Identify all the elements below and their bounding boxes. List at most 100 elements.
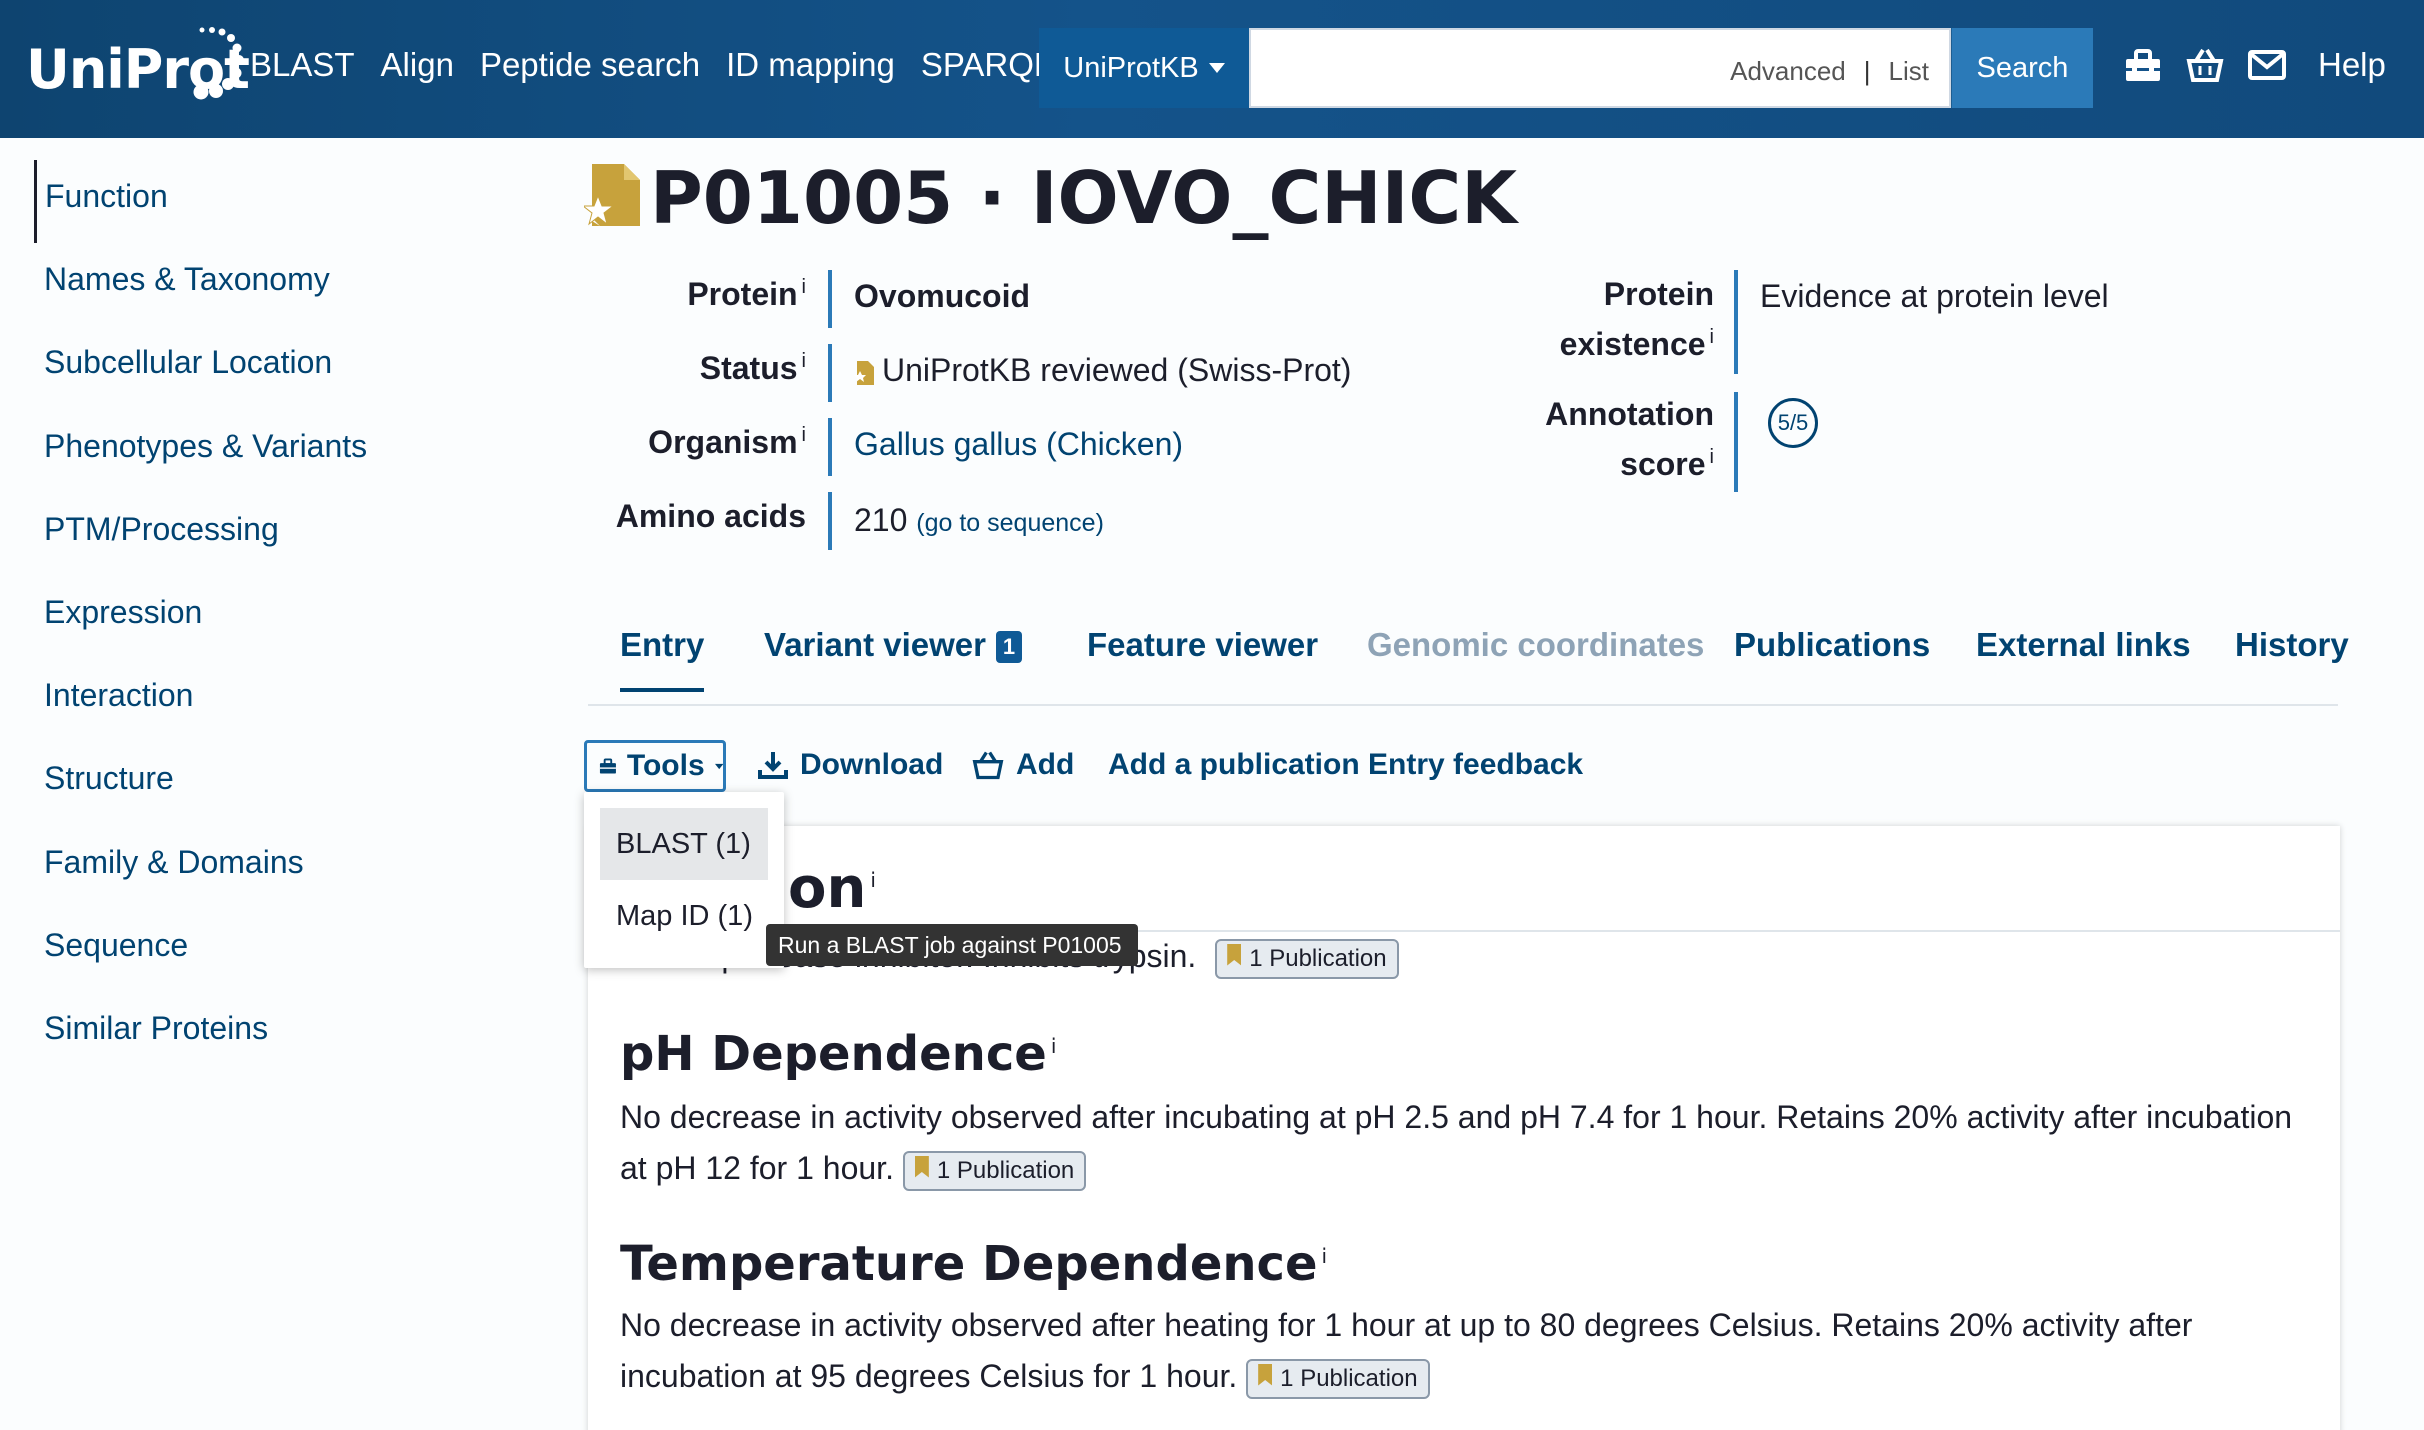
- tab-publications[interactable]: Publications: [1734, 626, 1930, 664]
- dropdown-item-blast[interactable]: BLAST (1): [600, 808, 768, 880]
- publication-badge[interactable]: 1 Publication: [1215, 938, 1399, 979]
- divider: [828, 344, 832, 402]
- info-icon[interactable]: i: [1051, 1034, 1057, 1058]
- search-button[interactable]: Search: [1951, 28, 2093, 108]
- sidebar-item-similar-proteins[interactable]: Similar Proteins: [34, 992, 367, 1075]
- publication-label: 1 Publication: [1249, 944, 1387, 972]
- annotation-score-badge[interactable]: 5/5: [1768, 398, 1818, 448]
- database-select[interactable]: UniProtKB: [1039, 28, 1249, 108]
- amino-acids-label: Amino acids: [615, 498, 806, 534]
- download-icon: [758, 752, 788, 779]
- status-text: UniProtKB reviewed (Swiss-Prot): [882, 352, 1352, 388]
- divider: [828, 418, 832, 476]
- blast-tooltip: Run a BLAST job against P01005: [766, 924, 1138, 966]
- tab-genomic-coordinates: Genomic coordinates: [1367, 626, 1705, 663]
- sidebar-item-phenotypes-variants[interactable]: Phenotypes & Variants: [34, 410, 367, 493]
- logo-dots-icon: [193, 27, 244, 100]
- organism-link[interactable]: Gallus gallus (Chicken): [854, 426, 1183, 463]
- annotation-score-label-2: score i: [1620, 446, 1714, 482]
- function-card: oni Serine protease inhibitor. Inhibits …: [588, 826, 2340, 1430]
- add-to-basket-button[interactable]: Add: [972, 748, 1074, 782]
- header-icons: Help: [2124, 46, 2386, 84]
- entry-feedback-button[interactable]: Entry feedback: [1368, 748, 1583, 782]
- nav-id-mapping[interactable]: ID mapping: [726, 46, 895, 84]
- help-link[interactable]: Help: [2318, 46, 2386, 84]
- basket-icon: [972, 751, 1004, 780]
- publication-badge[interactable]: 1 Publication: [902, 1150, 1087, 1191]
- sidebar-item-sequence[interactable]: Sequence: [34, 909, 367, 992]
- sidebar-item-names-taxonomy[interactable]: Names & Taxonomy: [34, 243, 367, 326]
- tools-label: Tools: [626, 749, 705, 782]
- section-sidebar: Function Names & Taxonomy Subcellular Lo…: [34, 160, 367, 1075]
- info-icon[interactable]: i: [1710, 446, 1714, 468]
- publication-label: 1 Publication: [1280, 1365, 1418, 1393]
- info-icon[interactable]: i: [802, 424, 806, 446]
- entry-title: P01005 · IOVO_CHICK: [650, 156, 1517, 240]
- tools-dropdown: BLAST (1) Map ID (1): [584, 792, 784, 968]
- publication-badge[interactable]: 1 Publication: [1246, 1358, 1430, 1399]
- nav-align[interactable]: Align: [381, 46, 454, 84]
- nav-sparql[interactable]: SPARQL: [921, 46, 1052, 84]
- sidebar-item-interaction[interactable]: Interaction: [34, 659, 367, 742]
- tab-external-links[interactable]: External links: [1976, 626, 2191, 664]
- dropdown-item-map-id[interactable]: Map ID (1): [600, 880, 768, 952]
- go-to-sequence-link[interactable]: (go to sequence): [916, 509, 1104, 537]
- info-icon[interactable]: i: [1322, 1244, 1328, 1268]
- entry-tabs: Entry Variant viewer 1 Feature viewer Gen…: [588, 616, 2349, 706]
- search-input[interactable]: [1251, 30, 1711, 106]
- reviewed-entry-icon: [584, 164, 640, 226]
- status-label: Status i: [699, 350, 806, 386]
- sidebar-item-function[interactable]: Function: [34, 160, 367, 244]
- sidebar-item-family-domains[interactable]: Family & Domains: [34, 826, 367, 909]
- amino-acids-value: 210 (go to sequence): [854, 502, 1104, 539]
- top-header: UniProt BLAST Align Peptide search ID ma…: [0, 0, 2424, 138]
- tools-icon[interactable]: [2124, 47, 2162, 83]
- nav-blast[interactable]: BLAST: [250, 46, 355, 84]
- bookmark-icon: [914, 1155, 929, 1178]
- sidebar-item-structure[interactable]: Structure: [34, 742, 367, 825]
- divider: [828, 492, 832, 550]
- download-button[interactable]: Download: [758, 748, 943, 782]
- info-icon[interactable]: i: [802, 276, 806, 298]
- temperature-dependence-title: Temperature Dependence i: [620, 1236, 1328, 1292]
- tab-entry[interactable]: Entry: [620, 626, 705, 692]
- mail-icon[interactable]: [2248, 47, 2286, 83]
- temperature-dependence-text: No decrease in activity observed after h…: [620, 1300, 2310, 1402]
- uniprot-logo[interactable]: UniProt: [26, 22, 250, 112]
- add-publication-button[interactable]: Add a publication: [1108, 748, 1360, 782]
- sidebar-item-expression[interactable]: Expression: [34, 576, 367, 659]
- card-header: on i: [588, 826, 2340, 932]
- tab-history[interactable]: History: [2235, 626, 2349, 664]
- protein-existence-label-1: Protein: [1603, 276, 1714, 312]
- advanced-search-link[interactable]: Advanced: [1730, 56, 1846, 87]
- search-links: Advanced | List: [1730, 56, 1929, 87]
- organism-label: Organism i: [648, 424, 806, 460]
- tab-variant-viewer-label: Variant viewer: [764, 626, 986, 663]
- basket-icon[interactable]: [2186, 47, 2224, 83]
- tab-feature-viewer[interactable]: Feature viewer: [1087, 626, 1318, 664]
- info-icon[interactable]: i: [802, 350, 806, 372]
- variant-count-badge: 1: [995, 631, 1022, 664]
- sidebar-item-ptm-processing[interactable]: PTM/Processing: [34, 493, 367, 576]
- reviewed-icon: [854, 360, 874, 385]
- search-bar: UniProtKB Advanced | List Search: [1039, 28, 2093, 108]
- info-icon[interactable]: i: [1710, 326, 1714, 348]
- info-icon[interactable]: i: [870, 868, 876, 892]
- amino-acids-count: 210: [854, 502, 908, 538]
- chevron-down-icon: [1208, 63, 1225, 73]
- bookmark-icon: [1227, 943, 1242, 966]
- database-select-label: UniProtKB: [1063, 51, 1199, 84]
- tab-variant-viewer[interactable]: Variant viewer 1: [764, 626, 1022, 664]
- sidebar-item-subcellular-location[interactable]: Subcellular Location: [34, 326, 367, 409]
- download-label: Download: [800, 748, 944, 781]
- annotation-score-value: 5/5: [1768, 398, 1818, 448]
- protein-existence-value: Evidence at protein level: [1760, 278, 2109, 314]
- ph-dependence-text: No decrease in activity observed after i…: [620, 1092, 2310, 1194]
- protein-existence-label-2: existence i: [1559, 326, 1714, 362]
- nav-peptide-search[interactable]: Peptide search: [480, 46, 700, 84]
- divider: [828, 270, 832, 328]
- ph-dependence-title: pH Dependence i: [620, 1026, 1057, 1082]
- tools-button[interactable]: Tools: [584, 740, 726, 792]
- divider: [1734, 270, 1738, 374]
- list-search-link[interactable]: List: [1889, 56, 1929, 87]
